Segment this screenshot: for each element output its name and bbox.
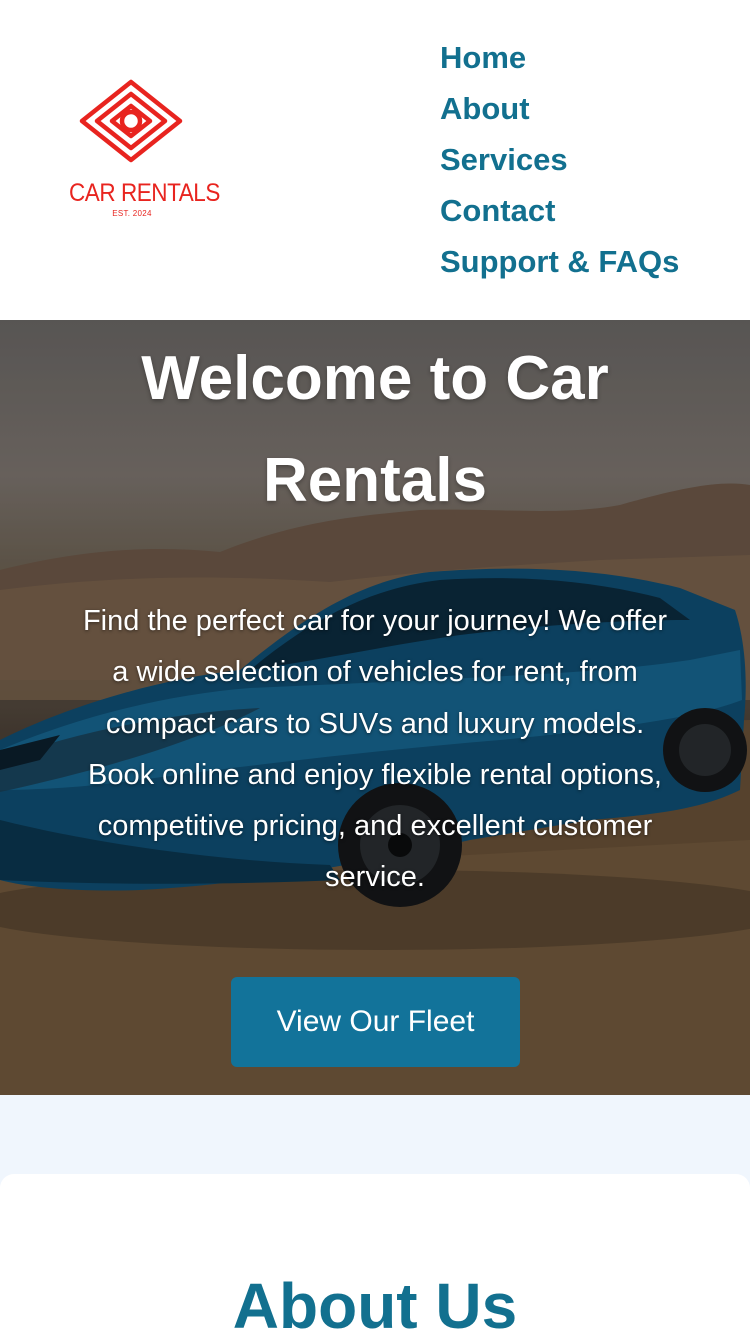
nav-item-support: Support & FAQs <box>440 240 679 291</box>
about-section: About Us <box>0 1174 750 1334</box>
logo-tagline: EST. 2024 <box>112 209 152 218</box>
hero-description: Find the perfect car for your journey! W… <box>82 605 668 894</box>
nav-link-contact[interactable]: Contact <box>440 189 555 233</box>
car-rentals-logo[interactable]: CAR RENTALS EST. 2024 <box>62 76 220 226</box>
hero-section: Welcome to Car Rentals Find the perfect … <box>0 320 750 1095</box>
logo-text: CAR RENTALS <box>69 179 220 207</box>
nav-link-about[interactable]: About <box>440 87 530 131</box>
nav-link-home[interactable]: Home <box>440 36 526 80</box>
site-header: CAR RENTALS EST. 2024 Home About Service… <box>0 0 750 320</box>
nav-link-support-faqs[interactable]: Support & FAQs <box>440 240 679 284</box>
main-nav: Home About Services Contact Support & FA… <box>440 36 679 291</box>
nav-item-about: About <box>440 87 679 138</box>
nav-item-contact: Contact <box>440 189 679 240</box>
eye-logo-icon <box>79 79 183 163</box>
about-heading: About Us <box>232 1270 518 1334</box>
nav-link-services[interactable]: Services <box>440 138 568 182</box>
view-fleet-button[interactable]: View Our Fleet <box>231 977 520 1067</box>
hero-title: Welcome to Car Rentals <box>141 344 609 515</box>
nav-item-home: Home <box>440 36 679 87</box>
nav-item-services: Services <box>440 138 679 189</box>
